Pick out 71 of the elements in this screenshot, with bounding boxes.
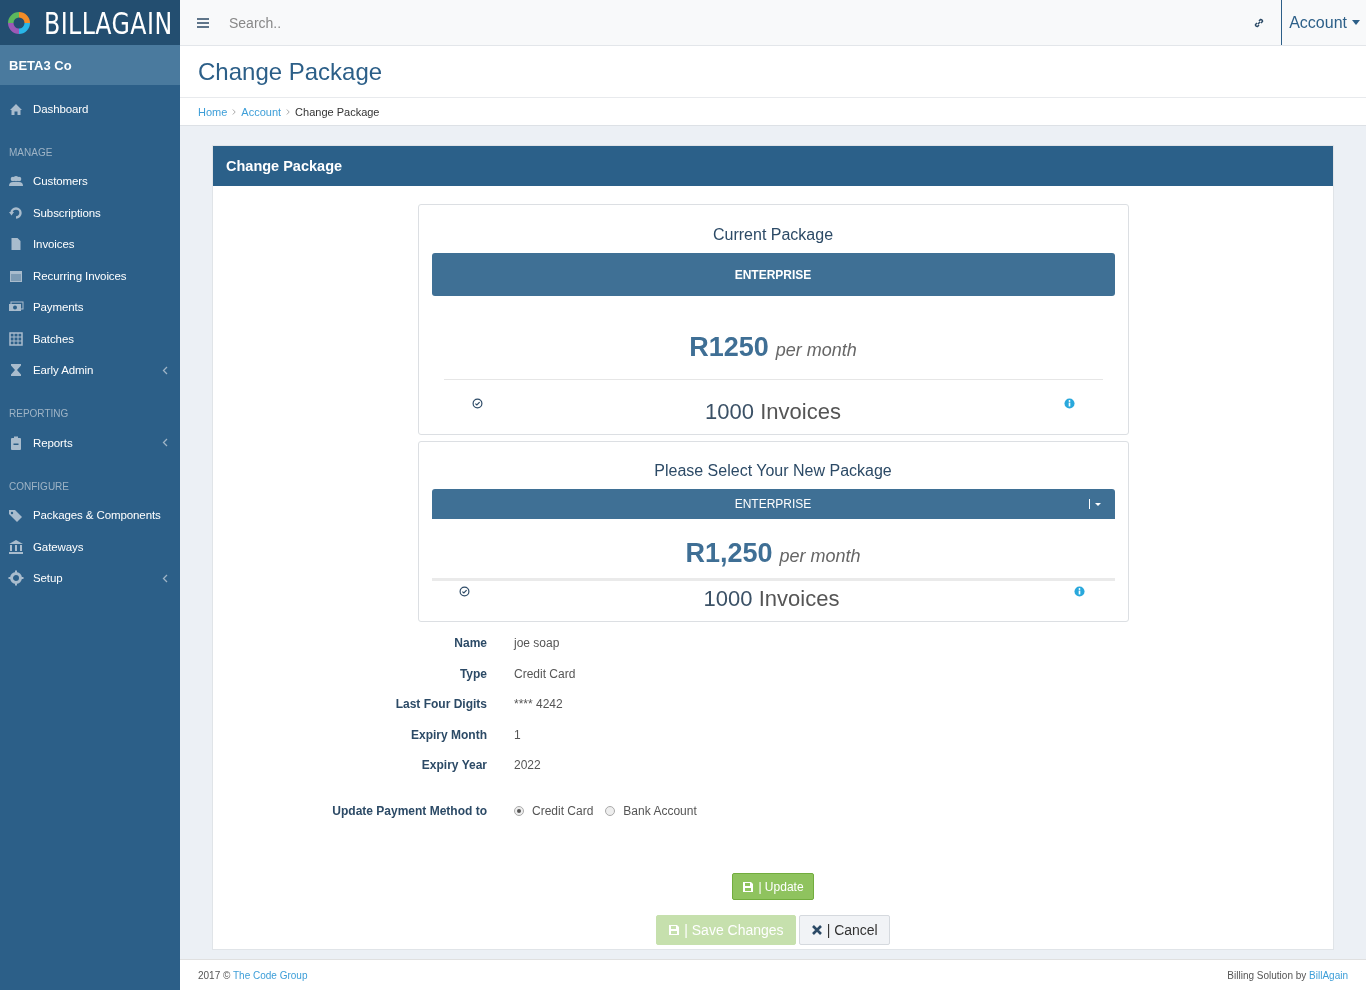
card-title: Please Select Your New Package [653, 462, 893, 480]
section-heading: REPORTING [8, 407, 70, 421]
field-label: Expiry Month [410, 726, 487, 744]
radio-button[interactable] [514, 805, 524, 816]
company-name: BETA3 Co [0, 45, 180, 85]
sidebar-item[interactable]: Customers [0, 165, 180, 197]
caret-down-icon [1088, 499, 1103, 509]
radio-label[interactable]: Bank Account [623, 803, 697, 818]
radio-button[interactable] [605, 805, 616, 816]
field-value: 1 [514, 726, 522, 744]
info-icon [1063, 398, 1075, 409]
sidebar-item[interactable]: Invoices [0, 228, 180, 260]
clipboard-icon [8, 434, 24, 451]
chevron-right-icon [232, 108, 237, 115]
check-circle-icon [458, 586, 470, 597]
close-icon [810, 924, 823, 936]
hourglass-icon [8, 362, 24, 379]
field-value: Credit Card [514, 665, 577, 683]
field-label: Type [458, 665, 487, 683]
chevron-left-icon [162, 365, 168, 375]
search-field[interactable]: Search.. [229, 10, 529, 35]
sidebar-item[interactable]: Gateways [0, 531, 180, 563]
sidebar-item[interactable]: Reports [0, 427, 180, 459]
panel-title: Change Package [213, 146, 1333, 186]
price-period: per month [779, 546, 861, 567]
field-value: 2022 [514, 757, 542, 774]
field-label: Expiry Year [420, 757, 487, 774]
price: R1250 [689, 332, 769, 363]
sidebar-item[interactable]: Dashboard [0, 93, 180, 125]
price-period: per month [775, 340, 857, 361]
sidebar-item[interactable]: Subscriptions [0, 197, 180, 229]
package-name: ENTERPRISE [431, 253, 1115, 296]
chevron-left-icon [162, 438, 168, 448]
page-title: Change Package [198, 57, 383, 86]
sidebar-item[interactable]: Packages & Components [0, 499, 180, 531]
copyright-text: 2017 © The Code Group [198, 969, 308, 981]
link-icon[interactable] [1253, 16, 1266, 29]
field-value: joe soap [514, 635, 561, 652]
chevron-left-icon [162, 573, 168, 583]
sidebar-item[interactable]: Setup [0, 562, 180, 594]
field-label: Name [453, 635, 487, 652]
chevron-right-icon [286, 108, 291, 115]
table-icon [8, 330, 24, 347]
menu-icon[interactable] [197, 17, 209, 28]
logo-text: BILLAGAIN [44, 4, 173, 41]
tags-icon [8, 507, 24, 524]
sidebar-item[interactable]: Recurring Invoices [0, 260, 180, 292]
sidebar-item[interactable]: Payments [0, 291, 180, 323]
check-circle-icon [471, 398, 483, 409]
credit-text: Billing Solution by BillAgain [1227, 969, 1348, 981]
package-select[interactable]: ENTERPRISE [431, 489, 1115, 519]
caret-down-icon [1352, 20, 1360, 25]
radio-label[interactable]: Credit Card [532, 803, 594, 818]
card-title: Current Package [711, 226, 835, 244]
section-heading: CONFIGURE [8, 479, 70, 494]
field-label: Update Payment Method to [331, 802, 487, 820]
field-label: Last Four Digits [394, 696, 487, 713]
logo-icon [6, 9, 32, 36]
breadcrumb-current: Change Package [295, 105, 380, 118]
cancel-button[interactable]: | Cancel [798, 915, 890, 945]
bank-icon [8, 538, 24, 555]
info-icon [1073, 586, 1085, 597]
feature-text: 1000 Invoices [702, 585, 841, 612]
section-heading: MANAGE [8, 145, 54, 160]
sidebar-item[interactable]: Batches [0, 323, 180, 355]
refresh-icon [8, 204, 24, 221]
field-value: **** 4242 [514, 696, 564, 713]
account-menu[interactable]: Account [1281, 0, 1366, 45]
feature-text: 1000 Invoices [704, 398, 842, 425]
price: R1,250 [685, 538, 773, 569]
sidebar-item[interactable]: Early Admin [0, 354, 180, 386]
